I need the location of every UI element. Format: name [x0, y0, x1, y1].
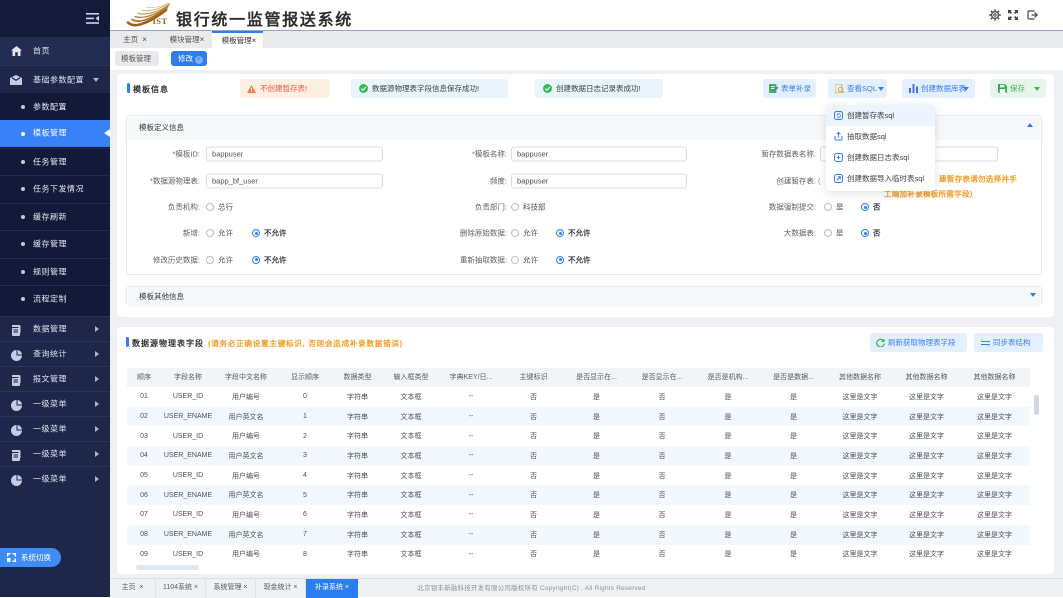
svg-text:IST: IST: [153, 16, 168, 26]
